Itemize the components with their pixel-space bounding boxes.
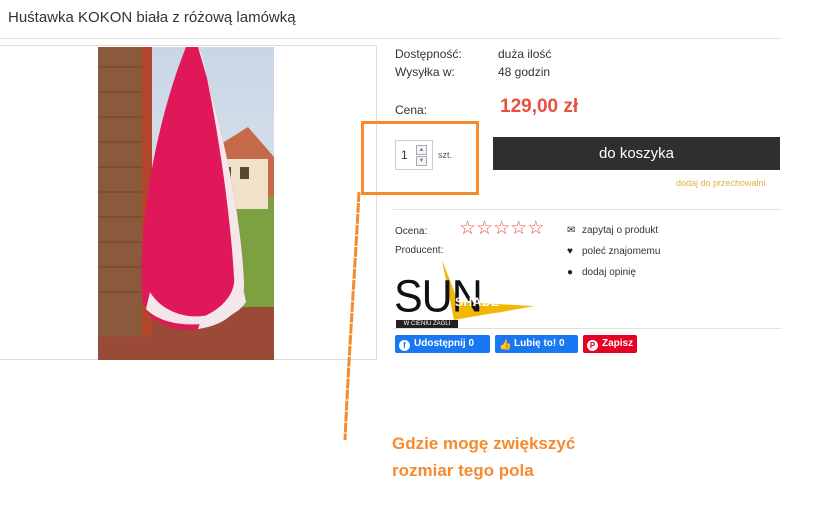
add-review-link[interactable]: ● dodaj opinię xyxy=(567,267,636,278)
add-review-label: dodaj opinię xyxy=(582,267,636,278)
facebook-like-button[interactable]: 👍 Lubię to! 0 xyxy=(495,335,578,353)
annotation-highlight-box xyxy=(361,121,479,195)
availability-value: duża ilość xyxy=(498,47,552,61)
section-divider xyxy=(393,209,781,210)
comment-icon: ● xyxy=(567,267,574,278)
star-icon[interactable]: ☆ xyxy=(527,218,544,239)
social-divider xyxy=(393,328,781,329)
price-label: Cena: xyxy=(395,103,428,117)
annotation-text: Gdzie mogę zwiększyć rozmiar tego pola xyxy=(392,430,575,484)
product-image[interactable] xyxy=(98,47,274,360)
page-title: Huśtawka KOKON biała z różową lamówką xyxy=(8,9,296,26)
star-icon[interactable]: ☆ xyxy=(493,218,510,239)
title-divider xyxy=(0,38,781,39)
producer-label: Producent: xyxy=(395,245,444,256)
heart-icon: ♥ xyxy=(567,246,573,257)
price-value: 129,00 zł xyxy=(500,96,579,117)
pinterest-icon: P xyxy=(587,340,598,351)
pinterest-save-button[interactable]: P Zapisz xyxy=(583,335,637,353)
pinterest-save-label: Zapisz xyxy=(602,338,634,349)
star-icon[interactable]: ☆ xyxy=(476,218,493,239)
add-to-storage-link[interactable]: dodaj do przechowalni xyxy=(676,178,766,188)
ask-about-product-label: zapytaj o produkt xyxy=(582,225,659,236)
rating-stars[interactable]: ☆☆☆☆☆ xyxy=(459,219,544,239)
thumbs-up-icon: 👍 xyxy=(499,340,512,351)
annotation-line-1: Gdzie mogę zwiększyć xyxy=(392,434,576,453)
envelope-icon: ✉ xyxy=(567,225,576,236)
shipping-value: 48 godzin xyxy=(498,65,551,79)
recommend-label: poleć znajomemu xyxy=(582,246,661,257)
facebook-share-button[interactable]: f Udostępnij 0 xyxy=(395,335,490,353)
facebook-icon: f xyxy=(399,340,410,351)
shipping-label: Wysyłka w: xyxy=(395,65,455,79)
annotation-line-2: rozmiar tego pola xyxy=(392,461,534,480)
ask-about-product-link[interactable]: ✉ zapytaj o produkt xyxy=(567,225,658,236)
recommend-link[interactable]: ♥ poleć znajomemu xyxy=(567,246,660,257)
facebook-share-label: Udostępnij 0 xyxy=(414,338,475,349)
facebook-like-label: Lubię to! 0 xyxy=(514,338,565,349)
rating-label: Ocena: xyxy=(395,226,428,237)
star-icon[interactable]: ☆ xyxy=(459,218,476,239)
annotation-arrow-line xyxy=(343,191,361,441)
add-to-cart-button[interactable]: do koszyka xyxy=(493,137,780,170)
logo-shade-text: SHADE xyxy=(455,295,500,309)
star-icon[interactable]: ☆ xyxy=(510,218,527,239)
availability-label: Dostępność: xyxy=(395,47,462,61)
